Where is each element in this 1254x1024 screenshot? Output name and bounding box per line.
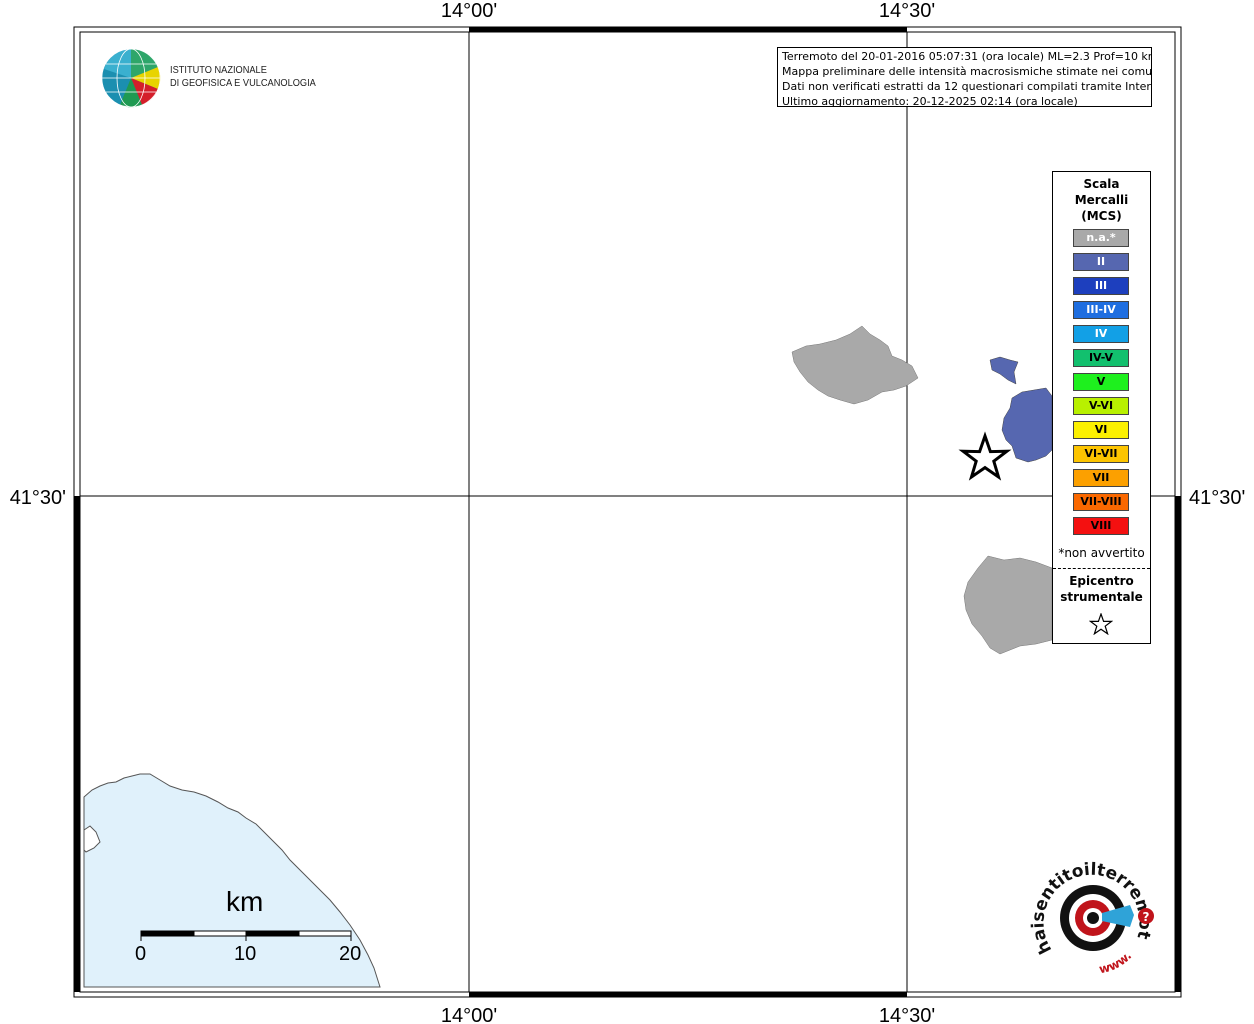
haisentito-logo: haisentitoilterremoto.it www. ? xyxy=(1024,840,1160,984)
lon-label-bottom-1: 14°00' xyxy=(441,1005,497,1024)
legend-title-line2: Mercalli xyxy=(1074,193,1129,207)
legend-item: n.a.* xyxy=(1073,229,1129,247)
info-line-2: Mappa preliminare delle intensità macros… xyxy=(782,65,1152,78)
scale-tick-0: 0 xyxy=(135,943,147,965)
scale-tick-20: 20 xyxy=(339,943,362,965)
legend-item: VI-VII xyxy=(1073,445,1129,463)
legend-item: III xyxy=(1073,277,1129,295)
legend-title-line1: Scala xyxy=(1083,177,1120,191)
mcs-legend: Scala Mercalli (MCS) n.a.* II III III-IV IV I… xyxy=(1052,171,1151,644)
lon-label-bottom-2: 14°30' xyxy=(879,1005,935,1024)
legend-epicenter-line1: Epicentro xyxy=(1069,574,1134,588)
legend-items: n.a.* II III III-IV IV IV-V V V-VI VI VI-VII VII VI… xyxy=(1073,229,1129,541)
lat-label-left: 41°30' xyxy=(10,487,66,509)
lon-label-top-2: 14°30' xyxy=(879,0,935,22)
info-line-4: Ultimo aggiornamento: 20-12-2025 02:14 (… xyxy=(782,95,1078,107)
frame-bar-left xyxy=(74,496,80,992)
legend-title: Scala Mercalli (MCS) xyxy=(1053,176,1150,224)
scale-tick-10: 10 xyxy=(234,943,257,965)
ingv-name: ISTITUTO NAZIONALE DI GEOFISICA E VULCAN… xyxy=(170,64,316,90)
legend-epicenter-label: Epicentro strumentale xyxy=(1053,573,1150,605)
frame-bar-bottom xyxy=(469,992,907,997)
legend-item: VIII xyxy=(1073,517,1129,535)
haisentito-target-icon: haisentitoilterremoto.it www. ? xyxy=(1024,840,1155,977)
legend-item: IV xyxy=(1073,325,1129,343)
ingv-name-line1: ISTITUTO NAZIONALE xyxy=(170,64,267,76)
lat-label-right: 41°30' xyxy=(1189,487,1245,509)
scale-bar-unit: km xyxy=(226,886,264,917)
frame-bar-top xyxy=(469,27,907,32)
haisentito-prefix: www. xyxy=(1098,949,1135,977)
legend-item: VII-VIII xyxy=(1073,493,1129,511)
frame-bar-right xyxy=(1175,496,1181,992)
lon-label-top-1: 14°00' xyxy=(441,0,497,22)
legend-item: VII xyxy=(1073,469,1129,487)
legend-epicenter-line2: strumentale xyxy=(1060,590,1143,604)
info-line-1: Terremoto del 20-01-2016 05:07:31 (ora l… xyxy=(782,50,1152,63)
earthquake-info-box: Terremoto del 20-01-2016 05:07:31 (ora l… xyxy=(777,47,1152,107)
ingv-globe-icon xyxy=(101,48,161,108)
star-outline-icon xyxy=(1089,613,1113,635)
legend-note: *non avvertito xyxy=(1058,546,1145,560)
svg-text:www.: www. xyxy=(1098,949,1135,977)
svg-text:?: ? xyxy=(1143,910,1150,924)
legend-item: V-VI xyxy=(1073,397,1129,415)
legend-item: III-IV xyxy=(1073,301,1129,319)
legend-item: II xyxy=(1073,253,1129,271)
legend-item: IV-V xyxy=(1073,349,1129,367)
ingv-logo xyxy=(100,47,162,113)
legend-item: V xyxy=(1073,373,1129,391)
ingv-name-line2: DI GEOFISICA E VULCANOLOGIA xyxy=(170,77,316,89)
legend-title-line3: (MCS) xyxy=(1081,209,1122,223)
legend-separator xyxy=(1053,568,1150,569)
legend-item: VI xyxy=(1073,421,1129,439)
info-line-3: Dati non verificati estratti da 12 quest… xyxy=(782,80,1152,93)
